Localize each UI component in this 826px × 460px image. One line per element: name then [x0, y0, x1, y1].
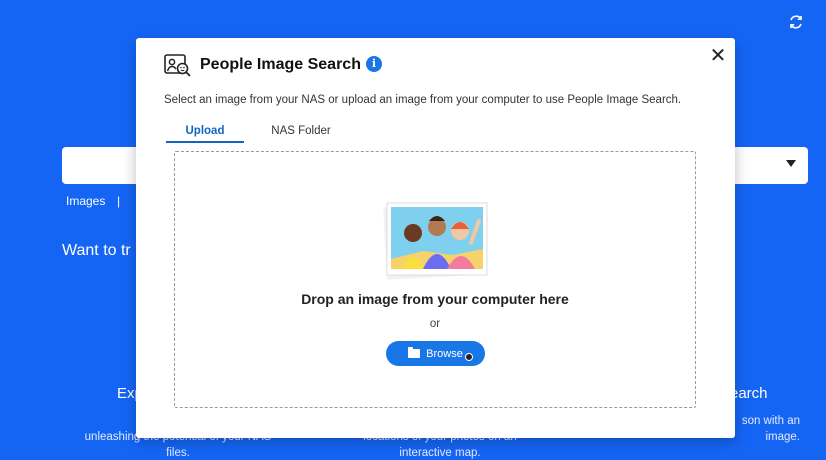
tab-nas-folder[interactable]: NAS Folder	[262, 125, 340, 137]
people-image-search-dialog: People Image Search i ✕ Select an image …	[136, 38, 735, 438]
folder-icon	[408, 347, 421, 358]
close-icon[interactable]: ✕	[708, 46, 728, 66]
people-search-icon	[164, 53, 191, 78]
people-photo-illustration	[383, 199, 491, 283]
tab-upload[interactable]: Upload	[166, 125, 244, 143]
dialog-title: People Image Search	[200, 56, 361, 73]
image-dropzone[interactable]: Drop an image from your computer here or…	[174, 151, 696, 408]
browse-label: Browse	[426, 347, 463, 360]
or-separator: or	[429, 318, 441, 330]
info-icon[interactable]: i	[366, 56, 382, 72]
dialog-instructions: Select an image from your NAS or upload …	[164, 94, 682, 106]
drop-instruction: Drop an image from your computer here	[301, 291, 569, 307]
cursor-icon	[465, 353, 473, 361]
